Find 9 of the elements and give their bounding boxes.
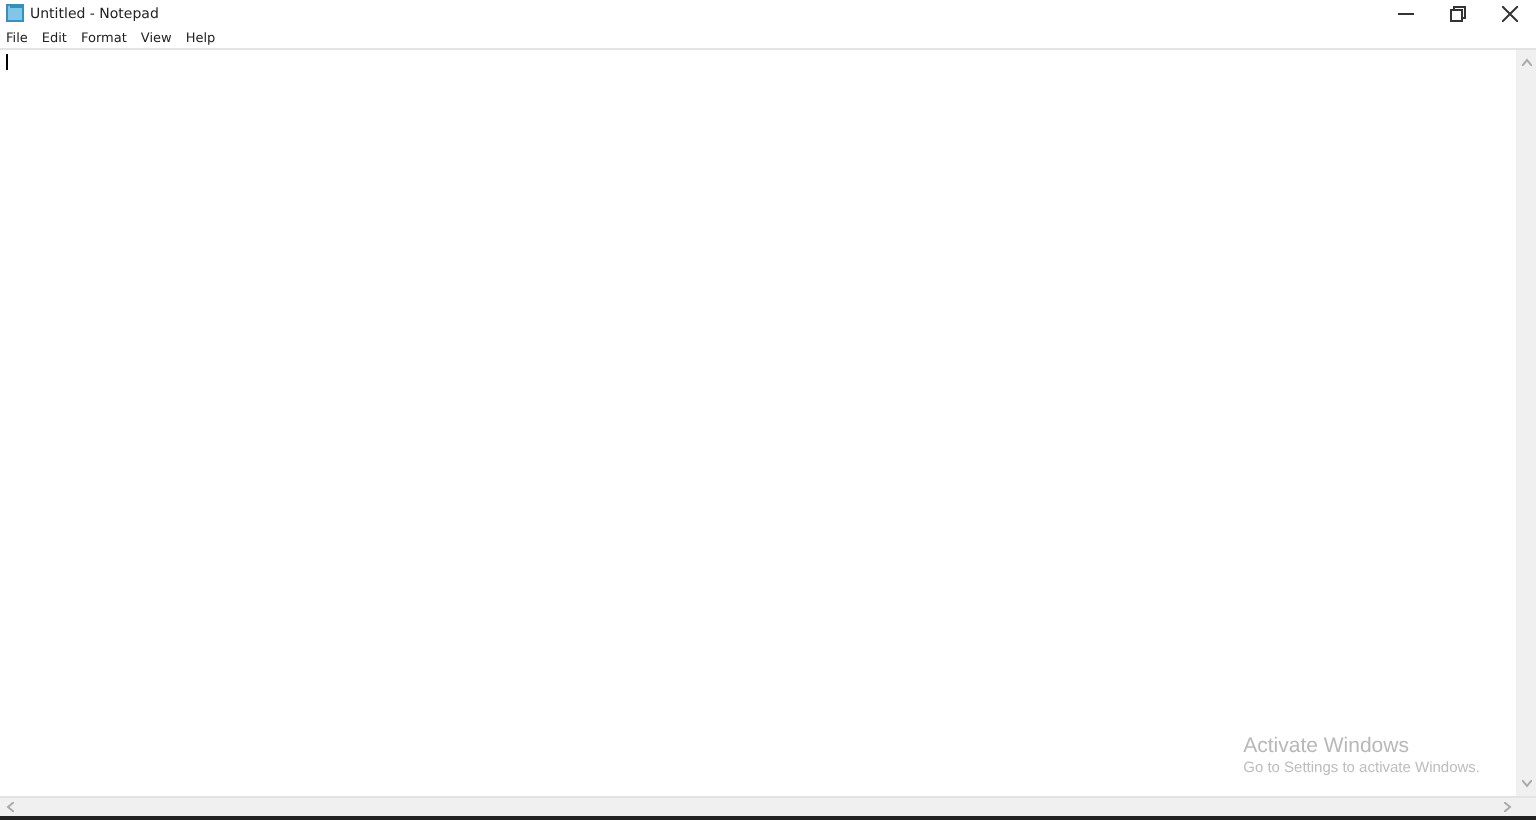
scroll-up-icon[interactable] xyxy=(1521,58,1531,66)
scroll-left-icon[interactable] xyxy=(6,802,14,812)
notepad-icon xyxy=(6,4,24,22)
restore-icon[interactable] xyxy=(1450,5,1466,21)
activation-heading: Activate Windows xyxy=(1243,734,1411,758)
text-cursor xyxy=(6,54,8,70)
scroll-down-icon[interactable] xyxy=(1521,780,1531,788)
close-icon[interactable] xyxy=(1502,5,1518,21)
scroll-right-icon[interactable] xyxy=(1504,802,1512,812)
